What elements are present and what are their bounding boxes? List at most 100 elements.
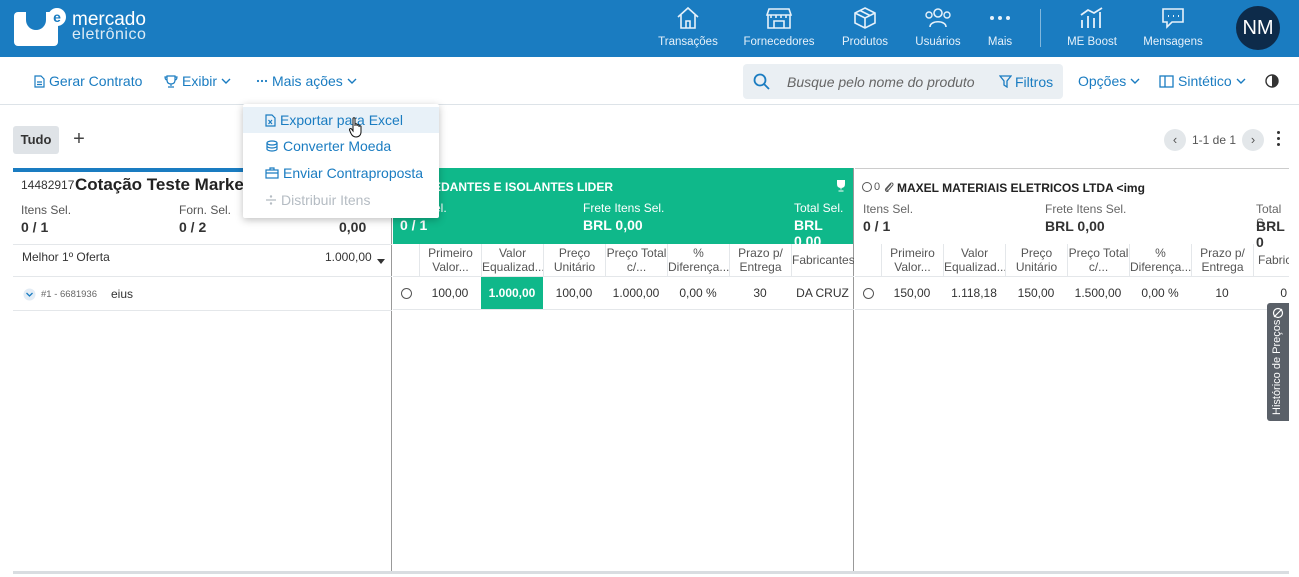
supplier-name: MAXEL MATERIAIS ELETRICOS LTDA <img: [897, 181, 1145, 195]
select-supplier-radio[interactable]: [862, 182, 872, 192]
col-valor-equalizado[interactable]: Valor Equalizad...: [943, 244, 1005, 276]
horizontal-scrollbar[interactable]: [13, 571, 1289, 574]
supplier-header[interactable]: VEDANTES E ISOLANTES LIDER Sel. 0 / 1 Fr…: [393, 168, 853, 249]
col-preco-total[interactable]: Preço Total c/...: [605, 244, 667, 276]
supplier-column-vedantes: VEDANTES E ISOLANTES LIDER Sel. 0 / 1 Fr…: [393, 168, 854, 573]
quote-title: Cotação Teste Marke: [75, 175, 244, 194]
coins-icon: [266, 140, 278, 152]
opcoes-dropdown[interactable]: Opções: [1078, 57, 1140, 105]
col-prazo-entrega[interactable]: Prazo p/Entrega: [729, 244, 791, 276]
next-page-button[interactable]: ›: [1242, 129, 1265, 151]
quote-id: 14482917: [21, 178, 75, 192]
ellipsis-icon: [256, 79, 268, 83]
menu-item-distribuir-itens: Distribuir Itens: [243, 187, 439, 213]
eye-off-icon: [1272, 307, 1284, 319]
select-radio[interactable]: [855, 277, 881, 309]
divide-icon: [266, 195, 276, 205]
sintetico-dropdown[interactable]: Sintético: [1159, 57, 1246, 105]
itens-sel-value: 0 / 1: [863, 218, 891, 234]
total-value: 0,00: [339, 219, 367, 235]
briefcase-icon: [265, 167, 279, 179]
select-radio[interactable]: [393, 277, 419, 309]
nav-me-boost[interactable]: ME Boost: [1064, 0, 1120, 57]
logo-text-line1: mercado: [72, 9, 146, 30]
cell-preco-unitario: 150,00: [1017, 286, 1055, 300]
col-primeiro-valor[interactable]: Primeiro Valor...: [881, 244, 943, 276]
filter-icon: [999, 75, 1012, 88]
expand-chevron-icon[interactable]: [23, 288, 36, 301]
chevron-down-icon: [1130, 78, 1140, 84]
cell-prazo: 30: [753, 286, 767, 300]
toolbar: Gerar Contrato Exibir Mais ações Filtros…: [0, 57, 1299, 105]
col-fabricantes[interactable]: Fabricantes: [791, 244, 854, 276]
cell-primeiro: 100,00: [431, 286, 469, 300]
column-headers: Primeiro Valor... Valor Equalizad... Preço…: [855, 244, 1289, 277]
cell-preco-unitario: 100,00: [555, 286, 593, 300]
trophy-icon: [837, 180, 845, 192]
logo-mark-icon: e: [14, 8, 66, 46]
cell-diferenca: 0,00 %: [1141, 286, 1179, 300]
nav-usuarios[interactable]: Usuários: [912, 0, 964, 57]
search-icon: [753, 73, 770, 90]
col-fabricantes[interactable]: Fabrica: [1253, 244, 1289, 276]
search-input[interactable]: [787, 71, 987, 93]
nav-separator: [1040, 9, 1041, 47]
item-name: eius: [111, 287, 134, 301]
users-icon: [925, 8, 951, 28]
cell-primeiro: 150,00: [893, 286, 931, 300]
itens-sel-label: Itens Sel.: [863, 202, 914, 216]
product-search: Filtros: [743, 64, 1063, 99]
contrast-toggle-icon[interactable]: [1265, 74, 1279, 88]
user-avatar[interactable]: NM: [1236, 6, 1280, 50]
col-diferenca[interactable]: % Diferença...: [1129, 244, 1191, 276]
mercado-eletronico-logo[interactable]: e mercado eletrônico: [14, 7, 146, 47]
sort-caret-icon[interactable]: [377, 259, 385, 264]
excel-file-icon: [265, 113, 276, 127]
menu-item-exportar-excel[interactable]: Exportar para Excel: [243, 107, 439, 133]
total-sel-label: Total Sel.: [794, 201, 844, 215]
filtros-button[interactable]: Filtros: [999, 64, 1053, 99]
chevron-down-icon: [347, 78, 357, 84]
supplier-name: VEDANTES E ISOLANTES LIDER: [425, 180, 614, 194]
quote-panel: 14482917 Cotação Teste Marke Itens Sel. …: [13, 168, 392, 573]
item-code: #1 - 6681936: [41, 289, 97, 300]
chevron-down-icon: [221, 78, 231, 84]
col-preco-total[interactable]: Preço Total c/...: [1067, 244, 1129, 276]
nav-fornecedores[interactable]: Fornecedores: [742, 0, 816, 57]
mais-acoes-dropdown[interactable]: Mais ações: [256, 57, 357, 105]
frete-label: Frete Itens Sel.: [1045, 202, 1127, 216]
col-primeiro-valor[interactable]: Primeiro Valor...: [419, 244, 481, 276]
historico-precos-tab[interactable]: Histórico de Preços: [1267, 303, 1289, 421]
prev-page-button[interactable]: ‹: [1164, 129, 1186, 151]
nav-mensagens[interactable]: Mensagens: [1142, 0, 1204, 57]
store-icon: [765, 8, 793, 29]
gerar-contrato-button[interactable]: Gerar Contrato: [34, 57, 142, 105]
itens-sel-label: Itens Sel.: [21, 203, 72, 217]
hand-cursor-icon: [349, 117, 362, 138]
paperclip-icon[interactable]: [884, 181, 894, 193]
supplier-header[interactable]: 0 MAXEL MATERIAIS ELETRICOS LTDA <img It…: [855, 168, 1289, 250]
nav-mais[interactable]: Mais: [984, 0, 1016, 57]
menu-item-converter-moeda[interactable]: Converter Moeda: [243, 133, 439, 159]
cell-prazo: 10: [1215, 286, 1229, 300]
cell-valor-equalizado-best: 1.000,00: [481, 277, 543, 309]
col-valor-equalizado[interactable]: Valor Equalizad...: [481, 244, 543, 276]
cell-valor-equalizado: 1.118,18: [951, 286, 997, 300]
menu-item-enviar-contraproposta[interactable]: Enviar Contraproposta: [243, 160, 439, 186]
home-icon: [677, 6, 699, 29]
exibir-dropdown[interactable]: Exibir: [164, 57, 231, 105]
col-prazo-entrega[interactable]: Prazo p/Entrega: [1191, 244, 1253, 276]
col-preco-unitario[interactable]: Preço Unitário: [1005, 244, 1067, 276]
attachment-count: 0: [874, 181, 881, 193]
frete-label: Frete Itens Sel.: [583, 201, 665, 215]
tab-tudo[interactable]: Tudo: [13, 126, 59, 154]
trophy-icon: [164, 74, 178, 88]
col-preco-unitario[interactable]: Preço Unitário: [543, 244, 605, 276]
cell-diferenca: 0,00 %: [679, 286, 717, 300]
kebab-menu-icon[interactable]: [1273, 131, 1283, 149]
col-diferenca[interactable]: % Diferença...: [667, 244, 729, 276]
mais-acoes-menu: Exportar para Excel Converter Moeda Envi…: [243, 104, 439, 218]
nav-produtos[interactable]: Produtos: [838, 0, 892, 57]
nav-transacoes[interactable]: Transações: [658, 0, 718, 57]
add-tab-button[interactable]: +: [66, 126, 92, 154]
